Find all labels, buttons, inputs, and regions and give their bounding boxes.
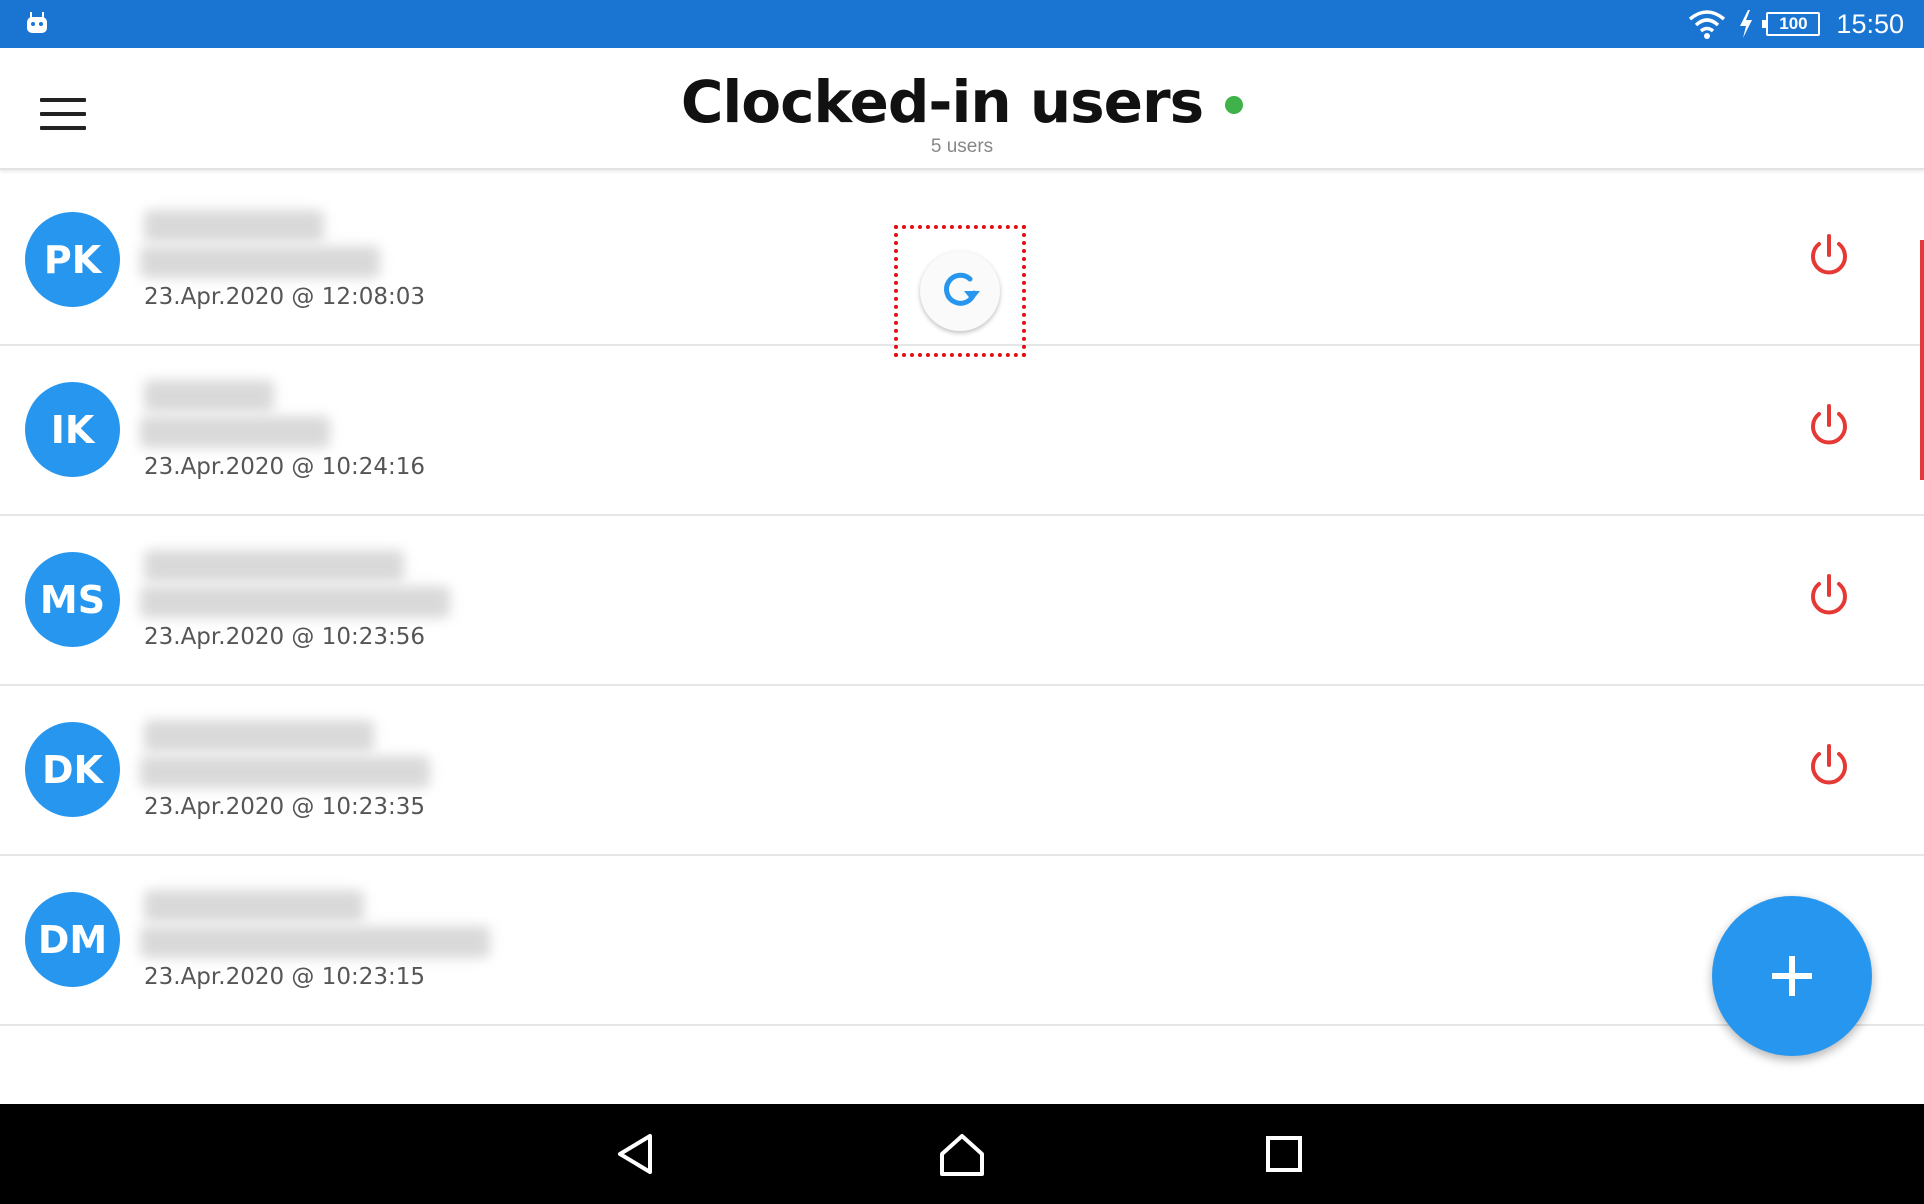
list-item[interactable]: DK 23.Apr.2020 @ 10:23:35 bbox=[0, 686, 1924, 856]
redacted-name bbox=[144, 210, 324, 242]
user-count: 5 users bbox=[930, 136, 994, 157]
clock-out-power-icon[interactable] bbox=[1804, 231, 1854, 281]
list-item[interactable]: MS 23.Apr.2020 @ 10:23:56 bbox=[0, 516, 1924, 686]
online-status-dot bbox=[1225, 96, 1244, 114]
redacted-detail bbox=[140, 926, 490, 958]
redacted-name bbox=[144, 720, 374, 752]
charging-icon bbox=[1740, 10, 1753, 38]
battery-icon: 100 bbox=[1762, 12, 1821, 36]
system-nav-bar bbox=[0, 1104, 1924, 1204]
avatar: DK bbox=[25, 722, 120, 817]
status-bar: 100 15:50 bbox=[0, 0, 1924, 48]
clock-out-power-icon[interactable] bbox=[1804, 571, 1854, 621]
clock-in-time: 23.Apr.2020 @ 10:24:16 bbox=[144, 454, 426, 480]
clock-in-time: 23.Apr.2020 @ 10:23:15 bbox=[144, 964, 426, 990]
battery-level: 100 bbox=[1779, 14, 1808, 33]
clock-in-time: 23.Apr.2020 @ 10:23:35 bbox=[144, 794, 426, 820]
redacted-name bbox=[144, 890, 364, 922]
add-user-button[interactable] bbox=[1712, 896, 1872, 1056]
redacted-name bbox=[144, 550, 404, 582]
clock-out-power-icon[interactable] bbox=[1804, 401, 1854, 451]
page-title: Clocked-in users bbox=[680, 68, 1204, 136]
app-bar: Clocked-in users 5 users bbox=[0, 48, 1924, 170]
plus-icon bbox=[1772, 956, 1812, 996]
recents-icon[interactable] bbox=[1258, 1128, 1310, 1180]
redacted-detail bbox=[140, 756, 430, 788]
home-icon[interactable] bbox=[936, 1128, 988, 1180]
redacted-detail bbox=[140, 416, 330, 448]
wifi-icon bbox=[1689, 10, 1726, 39]
clock-out-power-icon[interactable] bbox=[1804, 741, 1854, 791]
android-debug-icon bbox=[27, 12, 47, 33]
redacted-name bbox=[144, 380, 274, 412]
redacted-detail bbox=[140, 246, 380, 278]
clock-in-time: 23.Apr.2020 @ 12:08:03 bbox=[144, 284, 426, 310]
clock-in-time: 23.Apr.2020 @ 10:23:56 bbox=[144, 624, 426, 650]
back-icon[interactable] bbox=[610, 1128, 662, 1180]
refresh-button[interactable] bbox=[920, 251, 1000, 331]
list-item[interactable]: IK 23.Apr.2020 @ 10:24:16 bbox=[0, 346, 1924, 516]
refresh-icon bbox=[944, 272, 980, 306]
scrollbar[interactable] bbox=[1920, 240, 1924, 480]
avatar: DM bbox=[25, 892, 120, 987]
avatar: MS bbox=[25, 552, 120, 647]
avatar: IK bbox=[25, 382, 120, 477]
status-clock: 15:50 bbox=[1836, 8, 1904, 39]
list-item[interactable]: DM 23.Apr.2020 @ 10:23:15 bbox=[0, 856, 1924, 1026]
redacted-detail bbox=[140, 586, 450, 618]
avatar: PK bbox=[25, 212, 120, 307]
